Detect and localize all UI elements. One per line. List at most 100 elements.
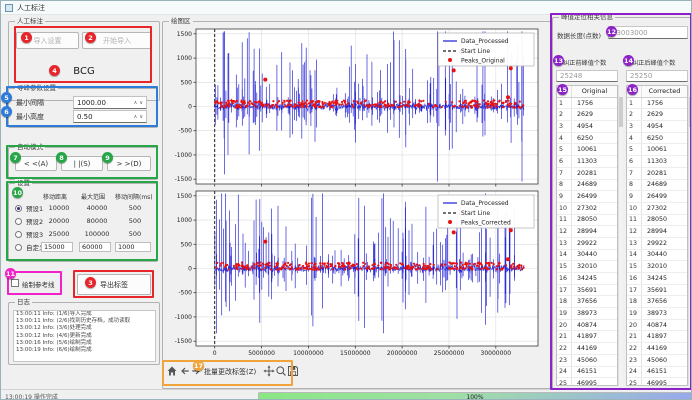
log-area[interactable]: 13:00:11 Info: (1/6)导入完成13:00:11 Info: (… (13, 310, 156, 362)
table-row[interactable]: 1735691 (557, 285, 617, 297)
before-count-label: 纠正前峰值个数 (563, 58, 606, 67)
table-row[interactable]: 824689 (557, 180, 617, 192)
table-row[interactable]: 1027302 (627, 203, 687, 215)
table-row[interactable]: 1532010 (627, 261, 687, 273)
table-row[interactable]: 2345060 (627, 355, 687, 367)
settings-title: 设置 (15, 179, 32, 188)
spin-up-icon[interactable]: ∧ (134, 114, 138, 120)
svg-text:1500: 1500 (177, 31, 192, 38)
settings-row[interactable]: 预设11000040000500 (9, 202, 157, 214)
table-row[interactable]: 720281 (557, 168, 617, 180)
table-row[interactable]: 720281 (627, 168, 687, 180)
table-row[interactable]: 926499 (557, 191, 617, 203)
table-row[interactable]: 2446151 (627, 367, 687, 379)
original-table-scrollbar[interactable] (618, 85, 623, 386)
move-left-button[interactable]: < <(A) (15, 156, 57, 171)
settings-row[interactable]: 预设325000100000500 (9, 228, 157, 240)
min-height-spinbox[interactable]: 0.50 ∧∨ (73, 110, 147, 123)
table-row[interactable]: 2040874 (627, 320, 687, 332)
spin-down-icon[interactable]: ∨ (139, 114, 143, 120)
preset-value: 500 (115, 230, 155, 238)
table-row[interactable]: 2040874 (557, 320, 617, 332)
custom-value-input[interactable]: 15000 (41, 242, 73, 252)
table-row[interactable]: 2546995 (627, 378, 687, 386)
preset-radio[interactable] (15, 231, 22, 238)
table-row[interactable]: 1430440 (627, 250, 687, 262)
manual-group-title: 人工标注 (15, 17, 45, 26)
corrected-table-scrollbar[interactable] (688, 85, 692, 386)
preset-radio[interactable] (15, 218, 22, 225)
table-row[interactable]: 1430440 (557, 250, 617, 262)
table-row[interactable]: 2244169 (557, 343, 617, 355)
table-row[interactable]: 22629 (557, 109, 617, 121)
table-row[interactable]: 1837656 (557, 296, 617, 308)
import-settings-button[interactable]: 导入设置 (16, 32, 79, 49)
table-row[interactable]: 2141897 (557, 331, 617, 343)
table-row[interactable]: 1938973 (627, 308, 687, 320)
corrected-peaks-table[interactable]: Corrected 1175622629349544625051006161130… (626, 85, 688, 386)
table-row[interactable]: 611303 (557, 156, 617, 168)
preset-radio[interactable] (15, 205, 22, 212)
select-button[interactable]: | |(S) (61, 156, 103, 171)
table-row[interactable]: 926499 (627, 191, 687, 203)
settings-row[interactable]: 预设22000080000500 (9, 215, 157, 227)
charts-canvas[interactable]: -1500-1000-500050010001500Data_Processed… (166, 24, 545, 357)
table-row[interactable]: 1228994 (557, 226, 617, 238)
preset-radio[interactable] (15, 244, 22, 251)
export-labels-button[interactable]: 导出标签 (77, 274, 151, 295)
home-icon[interactable] (166, 365, 178, 377)
table-row[interactable]: 2244169 (627, 343, 687, 355)
table-row[interactable]: 1329922 (557, 238, 617, 250)
table-row[interactable]: 611303 (627, 156, 687, 168)
table-row[interactable]: 1938973 (557, 308, 617, 320)
table-row[interactable]: 2345060 (557, 355, 617, 367)
after-count-field[interactable]: 25250 (626, 70, 688, 82)
spin-up-icon[interactable]: ∧ (134, 100, 138, 106)
table-row[interactable]: 34954 (557, 121, 617, 133)
before-count-value: 25248 (560, 72, 582, 80)
table-row[interactable]: 34954 (627, 121, 687, 133)
custom-value-input[interactable]: 1000 (115, 242, 151, 252)
table-row[interactable]: 11756 (557, 98, 617, 110)
table-row[interactable]: 1735691 (627, 285, 687, 297)
table-row[interactable]: 1027302 (557, 203, 617, 215)
table-row[interactable]: 1228994 (627, 226, 687, 238)
spin-down-icon[interactable]: ∨ (139, 100, 143, 106)
table-row[interactable]: 1128050 (627, 215, 687, 227)
reference-line-checkbox[interactable] (11, 279, 19, 287)
settings-row[interactable]: 自定义15000600001000 (9, 241, 157, 253)
start-import-button[interactable]: 开始导入 (82, 32, 152, 49)
original-peaks-table[interactable]: Original11756226293495446250510061611303… (556, 85, 618, 386)
table-header: Corrected (642, 87, 687, 95)
table-row[interactable]: 11756 (627, 98, 687, 110)
move-right-button[interactable]: > >(D) (107, 156, 151, 171)
min-interval-spinbox[interactable]: 1000.00 ∧∨ (73, 96, 147, 109)
svg-text:Data_Processed: Data_Processed (461, 38, 509, 45)
table-row[interactable]: 1634245 (557, 273, 617, 285)
table-row[interactable]: 1128050 (557, 215, 617, 227)
table-row[interactable]: 510061 (627, 144, 687, 156)
table-row[interactable]: 1634245 (627, 273, 687, 285)
batch-edit-labels-button[interactable]: 批量更改标签(Z) (204, 367, 256, 377)
table-row[interactable]: 1329922 (627, 238, 687, 250)
table-row[interactable]: 1532010 (557, 261, 617, 273)
table-row[interactable]: 46250 (627, 133, 687, 145)
custom-value-input[interactable]: 60000 (79, 242, 111, 252)
table-row[interactable]: 1837656 (627, 296, 687, 308)
auto-mode-title: 自动模式 (15, 143, 45, 152)
zoom-icon[interactable] (275, 365, 287, 377)
table-row[interactable]: 824689 (627, 180, 687, 192)
table-row[interactable]: 2546995 (557, 378, 617, 386)
pan-icon[interactable] (263, 365, 275, 377)
table-row[interactable]: 510061 (557, 144, 617, 156)
table-row[interactable]: 46250 (557, 133, 617, 145)
table-row[interactable]: 2141897 (627, 331, 687, 343)
svg-text:1500: 1500 (177, 193, 192, 200)
svg-text:25000000: 25000000 (434, 350, 465, 357)
data-length-field[interactable]: 33003000 (608, 26, 688, 39)
save-icon[interactable] (287, 365, 299, 377)
table-row[interactable]: 22629 (627, 109, 687, 121)
before-count-field[interactable]: 25248 (556, 70, 618, 82)
table-row[interactable]: 2446151 (557, 367, 617, 379)
forward-icon[interactable] (190, 365, 202, 377)
